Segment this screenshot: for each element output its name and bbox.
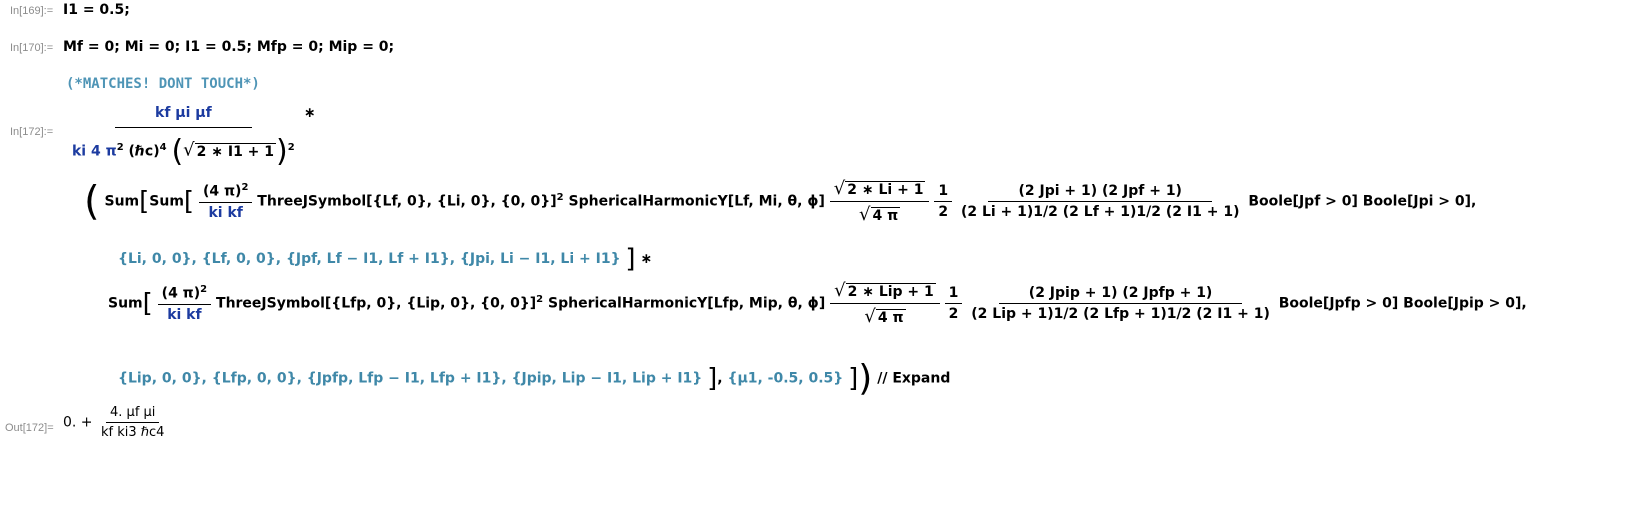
sum1-ranges-line[interactable]: {Li, 0, 0}, {Lf, 0, 0}, {Jpf, Lf − I1, L… bbox=[118, 244, 652, 274]
sum2-ranges: {Lip, 0, 0}, {Lfp, 0, 0}, {Jpfp, Lfp − I… bbox=[118, 370, 703, 387]
output-denominator: kf ki3 ℏc4 bbox=[101, 425, 165, 440]
output-cell-172[interactable]: 0. + 4. μf μi kf ki3 ℏc4 bbox=[63, 405, 168, 440]
prefactor-numerator: kf μi μf bbox=[115, 105, 252, 128]
code-comment: (*MATCHES! DONT TOUCH*) bbox=[66, 76, 260, 92]
output-lead: 0. + bbox=[63, 414, 93, 431]
sum2-j-num: (2 Jpip + 1) (2 Jpfp + 1) bbox=[998, 285, 1243, 304]
sum2-coef-num: (4 π) bbox=[161, 285, 201, 302]
sum1-half-den: 2 bbox=[938, 204, 949, 220]
sum1-j-den: (2 Li + 1)1/2 (2 Lf + 1)1/2 (2 I1 + 1) bbox=[960, 204, 1240, 220]
prefactor-expression[interactable]: kf μi μf ki 4 π2 (ℏc)4 (√ 2 ∗ I1 + 1)2 ∗ bbox=[68, 105, 316, 169]
input-label-169: In[169]:= bbox=[10, 5, 54, 17]
sum1-sqrt-den: 4 π bbox=[870, 207, 901, 224]
sum2-coef-den: ki kf bbox=[167, 306, 202, 323]
sum1-boole: Boole[Jpf > 0] Boole[Jpi > 0], bbox=[1248, 193, 1477, 210]
sum1-ranges: {Li, 0, 0}, {Lf, 0, 0}, {Jpf, Lf − I1, L… bbox=[118, 251, 621, 267]
output-numerator: 4. μf μi bbox=[106, 405, 160, 423]
prefactor-den-a: ki 4 π bbox=[72, 143, 117, 160]
sum2-sqrt-num: 2 ∗ Lip + 1 bbox=[845, 283, 936, 300]
sum2-line[interactable]: Sum[ (4 π)2 ki kf ThreeJSymbol[{Lfp, 0},… bbox=[108, 280, 1527, 327]
prefactor-sqrt: 2 ∗ I1 + 1 bbox=[194, 142, 277, 160]
expand-postfix: // Expand bbox=[877, 370, 951, 387]
sum1-threej: ThreeJSymbol[{Lf, 0}, {Li, 0}, {0, 0}] bbox=[257, 193, 557, 210]
sum1-coef-den: ki kf bbox=[208, 204, 243, 221]
sum2-sqrt-den: 4 π bbox=[875, 309, 906, 326]
sum1-line[interactable]: ( Sum[Sum[ (4 π)2 ki kf ThreeJSymbol[{Lf… bbox=[84, 178, 1476, 225]
output-label-172: Out[172]= bbox=[5, 422, 54, 434]
input-label-170: In[170]:= bbox=[10, 42, 54, 54]
sum2-boole: Boole[Jpfp > 0] Boole[Jpip > 0], bbox=[1278, 295, 1527, 312]
sum2-half-den: 2 bbox=[948, 306, 959, 322]
sum2-j-den: (2 Lip + 1)1/2 (2 Lfp + 1)1/2 (2 I1 + 1) bbox=[971, 306, 1270, 322]
prefactor-den-b: (ℏc) bbox=[128, 143, 160, 160]
sum2-harmonic: SphericalHarmonicY[Lfp, Mip, θ, ϕ] bbox=[548, 295, 826, 312]
input-label-172: In[172]:= bbox=[10, 126, 54, 138]
sum2-threej: ThreeJSymbol[{Lfp, 0}, {Lip, 0}, {0, 0}] bbox=[216, 295, 537, 312]
sum1-coef-num: (4 π) bbox=[202, 183, 242, 200]
input-cell-170[interactable]: Mf = 0; Mi = 0; I1 = 0.5; Mfp = 0; Mip =… bbox=[63, 39, 394, 55]
sum1-half-num: 1 bbox=[934, 183, 953, 202]
mu-range: {μ1, -0.5, 0.5} bbox=[727, 370, 844, 387]
sum1-sqrt-num: 2 ∗ Li + 1 bbox=[845, 181, 926, 198]
sum2-half-num: 1 bbox=[944, 285, 963, 304]
sum2-ranges-line[interactable]: {Lip, 0, 0}, {Lfp, 0, 0}, {Jpfp, Lfp − I… bbox=[118, 358, 950, 399]
sum1-harmonic: SphericalHarmonicY[Lf, Mi, θ, ϕ] bbox=[568, 193, 825, 210]
input-cell-169[interactable]: I1 = 0.5; bbox=[63, 2, 130, 18]
sum1-j-num: (2 Jpi + 1) (2 Jpf + 1) bbox=[988, 183, 1212, 202]
